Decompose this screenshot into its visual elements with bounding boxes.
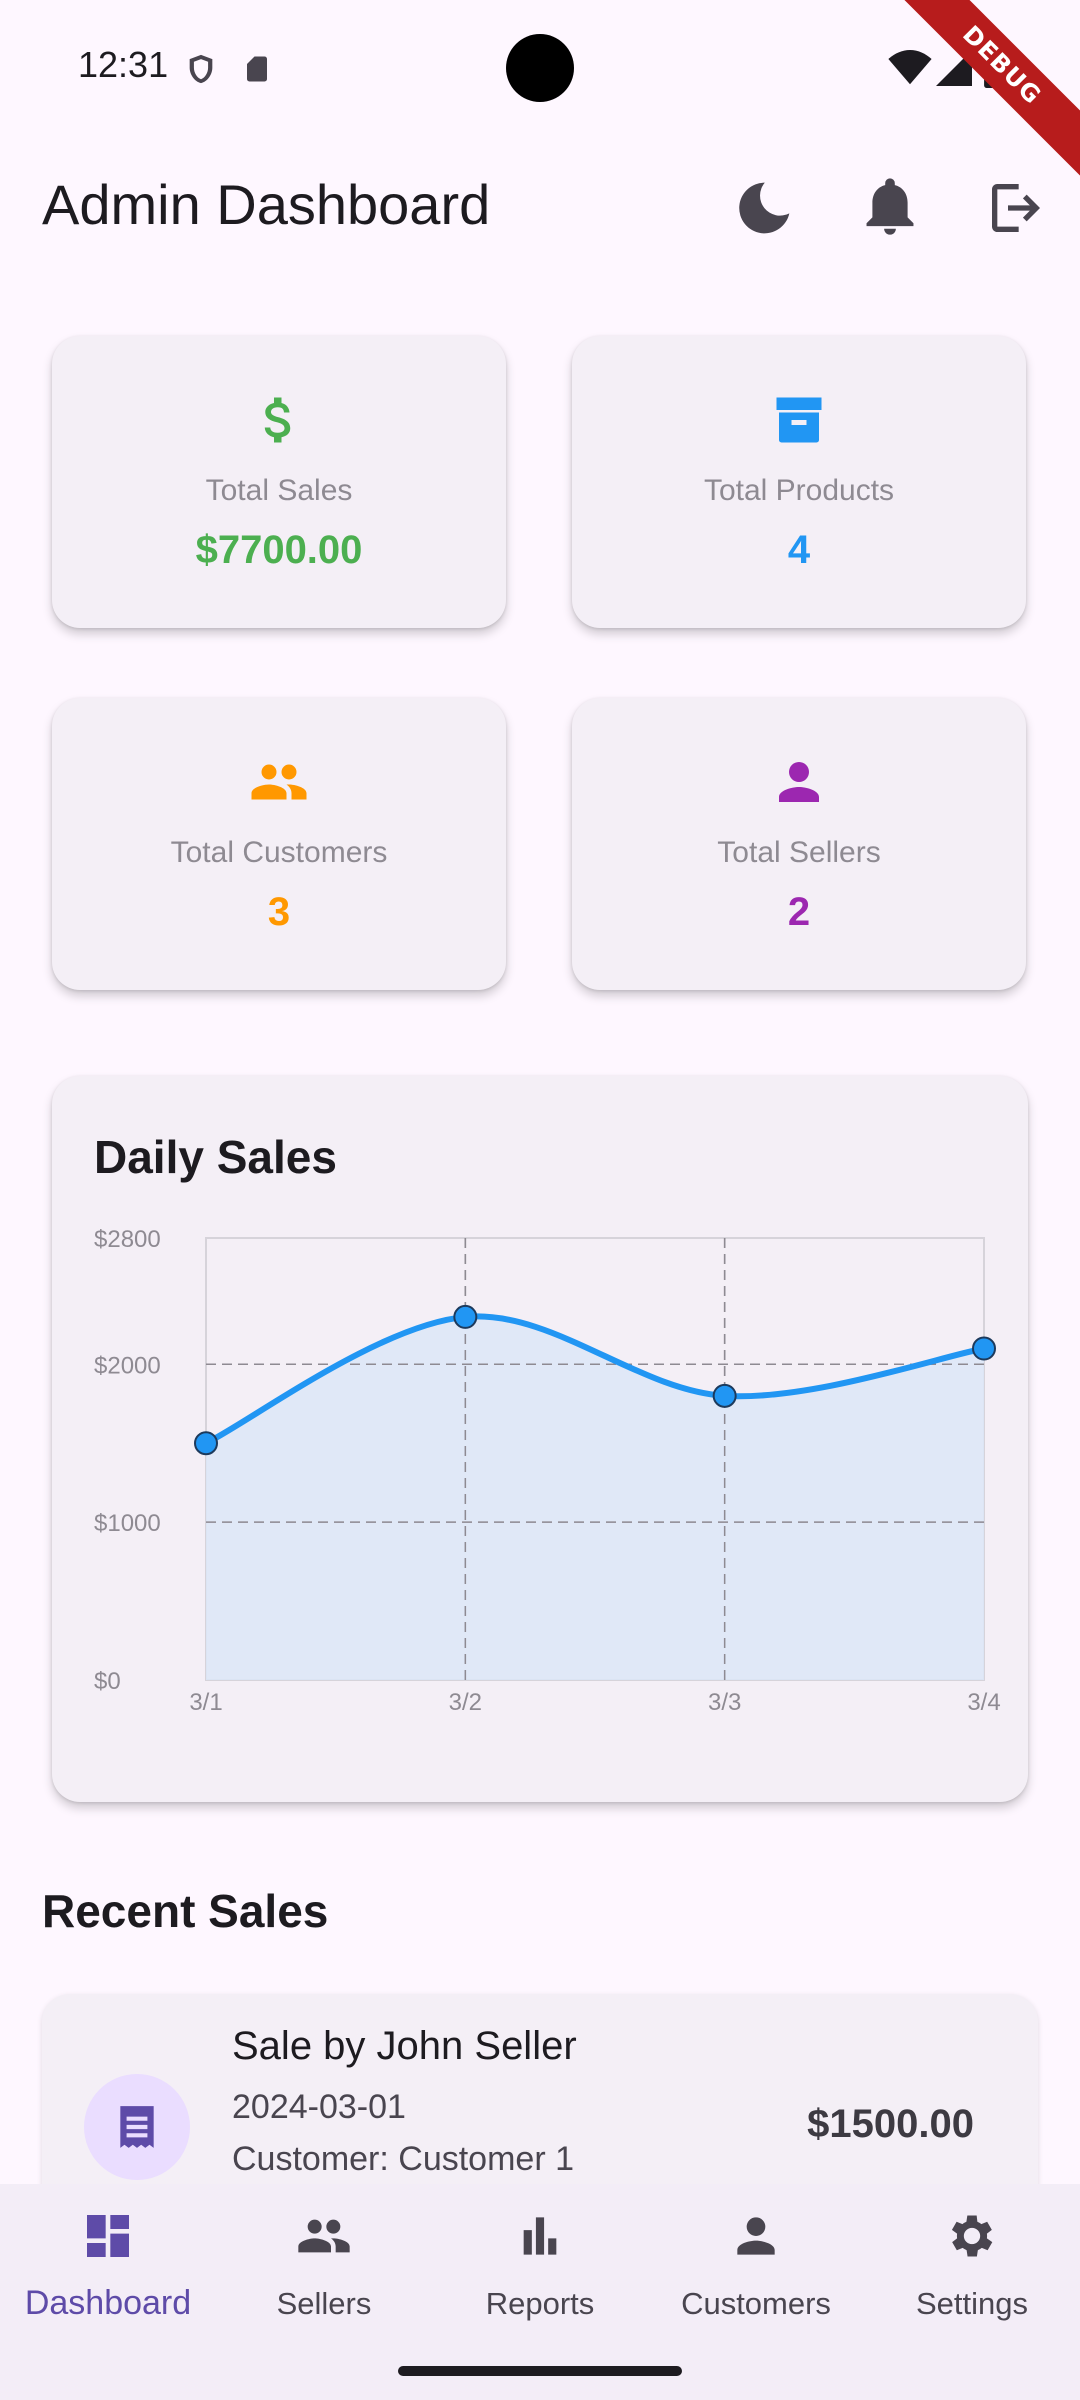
notifications-icon[interactable] xyxy=(858,176,922,240)
sale-title: Sale by John Seller xyxy=(232,2024,577,2068)
people-icon xyxy=(216,2208,432,2272)
chart-data-point xyxy=(453,1304,478,1329)
gear-icon xyxy=(864,2208,1080,2272)
page-title: Admin Dashboard xyxy=(42,173,491,236)
stat-value: $7700.00 xyxy=(195,528,363,572)
home-indicator xyxy=(398,2366,682,2376)
logout-icon[interactable] xyxy=(984,176,1048,240)
chart-y-tick-label: $1000 xyxy=(94,1510,161,1537)
chart-y-tick-label: $2000 xyxy=(94,1352,161,1379)
bar-chart-icon xyxy=(432,2208,648,2272)
sale-amount: $1500.00 xyxy=(807,2102,974,2146)
dark-mode-icon[interactable] xyxy=(732,176,796,240)
chart-y-tick-label: $2800 xyxy=(94,1226,161,1253)
stat-value: 2 xyxy=(787,890,811,934)
daily-sales-card: Daily Sales $0 $1000 $2000 $2800 3/1 3/2 3/3 3/… xyxy=(52,1076,1028,1802)
stat-card-total-products: Total Products 4 xyxy=(572,336,1026,628)
stat-card-total-sellers: Total Sellers 2 xyxy=(572,698,1026,990)
person-icon xyxy=(572,752,1026,812)
chart-x-tick-label: 3/1 xyxy=(189,1689,222,1716)
dashboard-icon xyxy=(0,2208,216,2272)
nav-label: Customers xyxy=(681,2286,831,2321)
stat-label: Total Products xyxy=(703,474,895,507)
status-time: 12:31 xyxy=(78,44,169,85)
stat-label: Total Sales xyxy=(205,474,353,507)
chart-data-point xyxy=(194,1431,218,1456)
stat-value: 4 xyxy=(787,528,811,572)
person-icon xyxy=(648,2208,864,2272)
recent-sales-title: Recent Sales xyxy=(42,1885,329,1937)
nav-label: Reports xyxy=(485,2286,595,2321)
stat-label: Total Sellers xyxy=(717,836,881,869)
daily-sales-chart: $0 $1000 $2000 $2800 3/1 3/2 3/3 3/4 xyxy=(94,1226,1001,1716)
stat-card-total-sales: Total Sales $7700.00 xyxy=(52,336,506,628)
sale-date: 2024-03-01 xyxy=(232,2088,406,2126)
wifi-icon xyxy=(888,50,932,91)
nav-label: Settings xyxy=(915,2286,1028,2321)
nav-label: Sellers xyxy=(276,2286,372,2321)
stat-value: 3 xyxy=(267,890,291,934)
archive-box-icon xyxy=(572,390,1026,450)
receipt-icon xyxy=(84,2074,190,2180)
sd-card-icon xyxy=(242,52,272,91)
shield-icon xyxy=(184,50,218,93)
chart-data-point xyxy=(972,1336,996,1361)
dollar-icon xyxy=(52,390,506,450)
nav-item-dashboard[interactable]: Dashboard xyxy=(0,2184,216,2400)
nav-label: Dashboard xyxy=(24,2284,192,2322)
chart-data-point xyxy=(712,1383,737,1408)
sale-customer: Customer: Customer 1 xyxy=(232,2140,574,2178)
camera-cutout xyxy=(506,34,574,102)
chart-y-tick-label: $0 xyxy=(94,1668,121,1695)
nav-item-settings[interactable]: Settings xyxy=(864,2184,1080,2400)
stat-card-total-customers: Total Customers 3 xyxy=(52,698,506,990)
chart-x-tick-label: 3/3 xyxy=(708,1689,741,1716)
chart-x-tick-label: 3/4 xyxy=(967,1689,1000,1716)
chart-x-tick-label: 3/2 xyxy=(449,1689,482,1716)
stat-label: Total Customers xyxy=(170,836,388,869)
group-icon xyxy=(52,752,506,812)
